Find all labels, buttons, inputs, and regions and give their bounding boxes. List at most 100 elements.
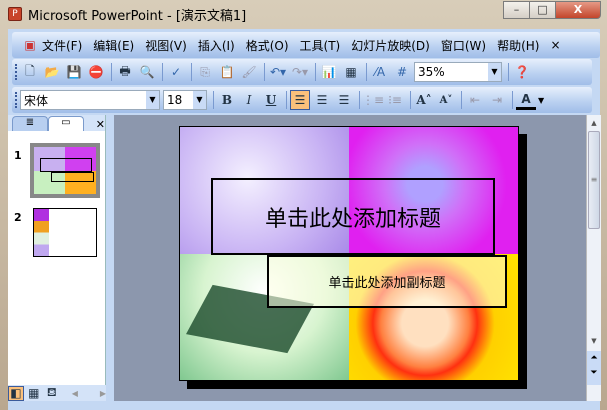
separator bbox=[213, 91, 214, 109]
underline-button[interactable]: U bbox=[261, 90, 281, 110]
paste-icon[interactable]: 📋 bbox=[217, 62, 237, 82]
decrease-font-icon[interactable]: A˅ bbox=[436, 90, 456, 110]
subtitle-placeholder[interactable]: 单击此处添加副标题 bbox=[267, 255, 507, 308]
chevron-down-icon[interactable]: ▼ bbox=[146, 91, 159, 109]
close-button[interactable]: X bbox=[555, 1, 601, 19]
separator bbox=[162, 63, 163, 81]
permission-icon[interactable]: ⛔ bbox=[86, 62, 106, 82]
expand-all-icon[interactable]: ⁄A bbox=[370, 62, 390, 82]
zoom-select[interactable]: 35% ▼ bbox=[414, 62, 502, 82]
vertical-scrollbar[interactable]: ▲ ≡ ▼ ⏶ ⏷ bbox=[586, 115, 601, 401]
separator bbox=[359, 91, 360, 109]
close-document-button[interactable]: × bbox=[550, 38, 560, 52]
new-icon[interactable]: 🗋 bbox=[20, 62, 40, 82]
format-painter-icon[interactable]: 🖌 bbox=[239, 62, 259, 82]
scroll-left-icon[interactable]: ◀ bbox=[72, 389, 78, 398]
align-center-icon[interactable]: ☰ bbox=[312, 90, 332, 110]
italic-button[interactable]: I bbox=[239, 90, 259, 110]
redo-icon[interactable]: ↷▾ bbox=[290, 62, 310, 82]
menu-view[interactable]: 视图(V) bbox=[145, 37, 187, 54]
align-left-icon[interactable]: ☰ bbox=[290, 90, 310, 110]
chevron-down-icon[interactable]: ▼ bbox=[488, 63, 501, 81]
toolbar-grip[interactable] bbox=[15, 92, 17, 108]
next-slide-icon[interactable]: ⏷ bbox=[587, 366, 601, 381]
chevron-down-icon[interactable]: ▼ bbox=[193, 91, 206, 109]
show-grid-icon[interactable]: # bbox=[392, 62, 412, 82]
open-icon[interactable]: 📂 bbox=[42, 62, 62, 82]
window-title: Microsoft PowerPoint - [演示文稿1] bbox=[28, 8, 247, 24]
help-icon[interactable]: ❓ bbox=[512, 62, 532, 82]
document-icon[interactable]: ▣ bbox=[20, 35, 40, 55]
separator bbox=[111, 63, 112, 81]
menu-format[interactable]: 格式(O) bbox=[246, 37, 289, 54]
separator bbox=[264, 63, 265, 81]
font-select[interactable]: 宋体 ▼ bbox=[20, 90, 160, 110]
scroll-right-icon[interactable]: ▶ bbox=[100, 389, 106, 398]
slide-number: 2 bbox=[14, 211, 22, 224]
print-preview-icon[interactable]: 🔍 bbox=[137, 62, 157, 82]
scroll-up-icon[interactable]: ▲ bbox=[587, 119, 601, 127]
menu-tools[interactable]: 工具(T) bbox=[300, 37, 341, 54]
close-pane-icon[interactable]: ✕ bbox=[96, 118, 105, 131]
formatting-toolbar: 宋体 ▼ 18 ▼ B I U ☰ ☰ ☰ ⋮≡ ⁝≡ A˄ A˅ ⇤ ⇥ A … bbox=[12, 87, 592, 113]
insert-table-icon[interactable]: ▦ bbox=[341, 62, 361, 82]
numbering-icon[interactable]: ⋮≡ bbox=[362, 90, 384, 110]
powerpoint-app-icon[interactable]: P bbox=[8, 7, 22, 21]
slideshow-icon[interactable]: ⛾ bbox=[44, 385, 60, 401]
bold-button[interactable]: B bbox=[217, 90, 237, 110]
menu-edit[interactable]: 编辑(E) bbox=[93, 37, 134, 54]
separator bbox=[315, 63, 316, 81]
slides-pane: ≣ ▭ ✕ 1 2 ◧ ▦ ⛾ ◀ ▶ bbox=[8, 115, 106, 401]
tab-slides[interactable]: ▭ bbox=[47, 116, 84, 131]
font-size-select[interactable]: 18 ▼ bbox=[163, 90, 207, 110]
separator bbox=[366, 63, 367, 81]
bullets-icon[interactable]: ⁝≡ bbox=[385, 90, 405, 110]
increase-font-icon[interactable]: A˄ bbox=[414, 90, 434, 110]
maximize-button[interactable]: □ bbox=[529, 1, 556, 19]
separator bbox=[512, 91, 513, 109]
increase-indent-icon[interactable]: ⇥ bbox=[487, 90, 507, 110]
separator bbox=[191, 63, 192, 81]
menu-help[interactable]: 帮助(H) bbox=[497, 37, 539, 54]
previous-slide-icon[interactable]: ⏶ bbox=[587, 351, 601, 366]
chevron-down-icon[interactable]: ▼ bbox=[538, 96, 544, 105]
view-buttons: ◧ ▦ ⛾ ◀ ▶ bbox=[8, 385, 106, 401]
zoom-value: 35% bbox=[418, 65, 445, 79]
normal-view-icon[interactable]: ◧ bbox=[8, 385, 24, 401]
menu-window[interactable]: 窗口(W) bbox=[441, 37, 486, 54]
title-bar: P Microsoft PowerPoint - [演示文稿1] – □ X bbox=[0, 0, 607, 28]
spelling-icon[interactable]: ✓ bbox=[166, 62, 186, 82]
separator bbox=[461, 91, 462, 109]
align-right-icon[interactable]: ☰ bbox=[334, 90, 354, 110]
scroll-thumb[interactable]: ≡ bbox=[588, 131, 600, 229]
insert-chart-icon[interactable]: 📊 bbox=[319, 62, 339, 82]
save-icon[interactable]: 💾 bbox=[64, 62, 84, 82]
scroll-down-icon[interactable]: ▼ bbox=[587, 337, 601, 345]
powerpoint-window: P Microsoft PowerPoint - [演示文稿1] – □ X ▣… bbox=[0, 0, 607, 410]
undo-icon[interactable]: ↶▾ bbox=[268, 62, 288, 82]
standard-toolbar: 🗋 📂 💾 ⛔ 🖶 🔍 ✓ ⎘ 📋 🖌 ↶▾ ↷▾ 📊 ▦ ⁄A # 35% ▼… bbox=[12, 59, 592, 85]
toolbar-grip[interactable] bbox=[15, 64, 17, 80]
menu-insert[interactable]: 插入(I) bbox=[198, 37, 235, 54]
status-bar bbox=[8, 403, 600, 410]
menu-file[interactable]: 文件(F) bbox=[42, 37, 82, 54]
menu-slideshow[interactable]: 幻灯片放映(D) bbox=[351, 37, 430, 54]
font-size-value: 18 bbox=[167, 93, 183, 107]
copy-icon[interactable]: ⎘ bbox=[195, 62, 215, 82]
minimize-button[interactable]: – bbox=[503, 1, 530, 19]
slide-sorter-icon[interactable]: ▦ bbox=[26, 386, 42, 401]
separator bbox=[508, 63, 509, 81]
menu-bar: ▣ 文件(F) 编辑(E) 视图(V) 插入(I) 格式(O) 工具(T) 幻灯… bbox=[12, 32, 600, 58]
tab-outline[interactable]: ≣ bbox=[12, 116, 48, 131]
title-placeholder[interactable]: 单击此处添加标题 bbox=[211, 178, 495, 255]
font-color-button[interactable]: A bbox=[516, 90, 536, 110]
slide-canvas: 单击此处添加标题 单击此处添加副标题 bbox=[179, 126, 519, 381]
slide-thumbnail-2[interactable] bbox=[33, 208, 97, 257]
slide-editing-area: 单击此处添加标题 单击此处添加副标题 bbox=[114, 115, 586, 401]
slide-number: 1 bbox=[14, 149, 22, 162]
decrease-indent-icon[interactable]: ⇤ bbox=[465, 90, 485, 110]
separator bbox=[410, 91, 411, 109]
print-icon[interactable]: 🖶 bbox=[115, 62, 135, 82]
font-value: 宋体 bbox=[24, 93, 49, 108]
slide-thumbnail-1[interactable] bbox=[30, 143, 100, 198]
